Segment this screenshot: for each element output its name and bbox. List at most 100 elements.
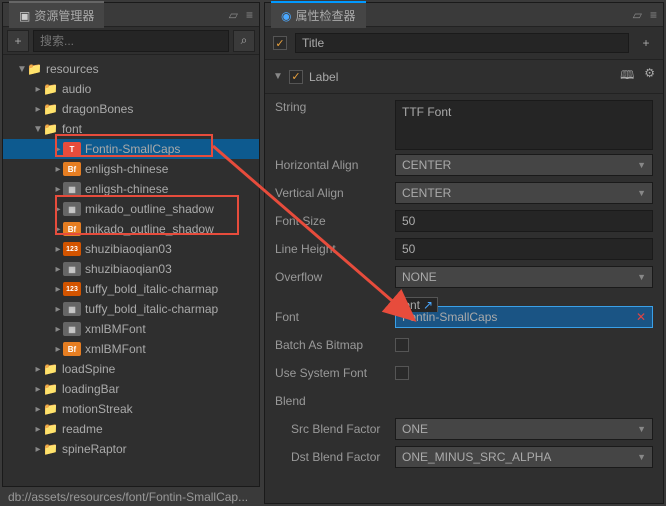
tree-label: font	[62, 122, 82, 136]
node-name: Title	[302, 36, 324, 50]
systemfont-checkbox[interactable]	[395, 366, 409, 380]
search-field[interactable]	[40, 34, 222, 48]
gear-icon[interactable]: ⚙	[644, 66, 655, 87]
search-input[interactable]	[33, 30, 229, 52]
valign-label: Vertical Align	[275, 186, 395, 200]
tree-item[interactable]: ▸Bf mikado_outline_shadow	[3, 219, 259, 239]
expand-icon[interactable]: ▸	[33, 104, 43, 115]
inspector-header: ◉ 属性检查器 ▱ ≡	[265, 3, 663, 27]
string-input[interactable]: TTF Font	[395, 100, 653, 150]
halign-select[interactable]: CENTER	[395, 154, 653, 176]
lineheight-label: Line Height	[275, 242, 395, 256]
collapse-icon[interactable]: ▼	[273, 71, 283, 82]
remove-font-button[interactable]: ✕	[636, 310, 646, 324]
folder-icon: 📁	[43, 382, 58, 396]
tree-item[interactable]: ▸📁audio	[3, 79, 259, 99]
add-component-button[interactable]: +	[637, 36, 655, 50]
srcblend-value: ONE	[402, 422, 428, 436]
valign-select[interactable]: CENTER	[395, 182, 653, 204]
tree-item-resources[interactable]: ▼ 📁 resources	[3, 59, 259, 79]
expand-icon[interactable]: ▼	[33, 124, 43, 135]
tree-item[interactable]: ▸▦xmlBMFont	[3, 319, 259, 339]
expand-icon[interactable]: ▸	[53, 204, 63, 215]
tree-item[interactable]: ▸📁loadingBar	[3, 379, 259, 399]
expand-icon[interactable]: ▸	[53, 304, 63, 315]
folder-icon: 📁	[43, 122, 58, 136]
expand-icon[interactable]: ▸	[33, 444, 43, 455]
node-name-input[interactable]: Title	[295, 33, 629, 53]
tree-item[interactable]: ▸📁readme	[3, 419, 259, 439]
tree-label: resources	[46, 62, 99, 76]
tree-item[interactable]: ▸▦tuffy_bold_italic-charmap	[3, 299, 259, 319]
tree-label: spineRaptor	[62, 442, 127, 456]
tree-item[interactable]: ▸▦mikado_outline_shadow	[3, 199, 259, 219]
tree-item[interactable]: ▸123tuffy_bold_italic-charmap	[3, 279, 259, 299]
expand-icon[interactable]: ▸	[53, 344, 63, 355]
label-enabled-checkbox[interactable]	[289, 70, 303, 84]
lineheight-input[interactable]: 50	[395, 238, 653, 260]
menu-icon[interactable]: ≡	[246, 8, 253, 22]
tree-item[interactable]: ▸📁loadSpine	[3, 359, 259, 379]
folder-icon: 📁	[43, 422, 58, 436]
expand-icon[interactable]: ▸	[33, 404, 43, 415]
valign-value: CENTER	[402, 186, 451, 200]
tree-item[interactable]: ▸BfxmlBMFont	[3, 339, 259, 359]
popout-icon[interactable]: ▱	[633, 8, 642, 22]
node-enabled-checkbox[interactable]	[273, 36, 287, 50]
expand-icon[interactable]: ▼	[17, 64, 27, 75]
search-button[interactable]: ⌕	[233, 30, 255, 52]
expand-icon[interactable]: ▸	[53, 284, 63, 295]
overflow-select[interactable]: NONE	[395, 266, 653, 288]
fontsize-input[interactable]: 50	[395, 210, 653, 232]
help-icon[interactable]: 🕮	[620, 66, 634, 87]
label-section-header[interactable]: ▼ Label 🕮 ⚙	[265, 60, 663, 94]
expand-icon[interactable]: ▸	[53, 184, 63, 195]
expand-icon[interactable]: ▸	[33, 384, 43, 395]
tree-label: mikado_outline_shadow	[85, 222, 214, 236]
tree-item[interactable]: ▸▦shuzibiaoqian03	[3, 259, 259, 279]
dstblend-select[interactable]: ONE_MINUS_SRC_ALPHA	[395, 446, 653, 468]
expand-icon[interactable]: ▸	[33, 84, 43, 95]
dstblend-label: Dst Blend Factor	[275, 450, 395, 464]
expand-icon[interactable]: ▸	[53, 164, 63, 175]
folder-icon: 📁	[43, 362, 58, 376]
font-label: Font	[275, 310, 395, 324]
lineheight-value: 50	[402, 242, 415, 256]
assets-toolbar: + ⌕	[3, 27, 259, 55]
tree-item[interactable]: ▸📁spineRaptor	[3, 439, 259, 459]
tree-item[interactable]: ▸📁spineboy	[3, 459, 259, 460]
halign-label: Horizontal Align	[275, 158, 395, 172]
file-icon: ▦	[63, 302, 81, 316]
batch-checkbox[interactable]	[395, 338, 409, 352]
file-icon: Bf	[63, 222, 81, 236]
font-slot[interactable]: font ↗ Fontin-SmallCaps ✕	[395, 306, 653, 328]
tree-item[interactable]: ▸123shuzibiaoqian03	[3, 239, 259, 259]
popout-icon[interactable]: ▱	[229, 8, 238, 22]
expand-icon[interactable]: ▸	[53, 224, 63, 235]
expand-icon[interactable]: ▸	[53, 264, 63, 275]
search-icon: ⌕	[241, 33, 248, 48]
inspector-tab[interactable]: ◉ 属性检查器	[271, 1, 366, 28]
menu-icon[interactable]: ≡	[650, 8, 657, 22]
expand-icon[interactable]: ▸	[53, 244, 63, 255]
expand-icon[interactable]: ▸	[53, 324, 63, 335]
node-title-row: Title +	[265, 27, 663, 60]
expand-icon[interactable]: ▸	[53, 144, 63, 155]
file-icon: 123	[63, 242, 81, 256]
fontsize-value: 50	[402, 214, 415, 228]
tree-label: xmlBMFont	[85, 342, 146, 356]
assets-tab[interactable]: ▣ 资源管理器	[9, 1, 104, 28]
tree-item[interactable]: ▼📁 font	[3, 119, 259, 139]
link-icon[interactable]: ↗	[423, 298, 433, 312]
expand-icon[interactable]: ▸	[33, 364, 43, 375]
srcblend-select[interactable]: ONE	[395, 418, 653, 440]
tree-item[interactable]: ▸Bfenligsh-chinese	[3, 159, 259, 179]
expand-icon[interactable]: ▸	[33, 424, 43, 435]
add-button[interactable]: +	[7, 30, 29, 52]
file-icon: ▦	[63, 202, 81, 216]
tree-item[interactable]: ▸TFontin-SmallCaps	[3, 139, 259, 159]
tree-item[interactable]: ▸📁motionStreak	[3, 399, 259, 419]
tree-item[interactable]: ▸📁dragonBones	[3, 99, 259, 119]
assets-panel: ▣ 资源管理器 ▱ ≡ + ⌕ ▼ 📁 resources ▸📁audio▸📁d…	[2, 2, 260, 487]
tree-item[interactable]: ▸▦enligsh-chinese	[3, 179, 259, 199]
